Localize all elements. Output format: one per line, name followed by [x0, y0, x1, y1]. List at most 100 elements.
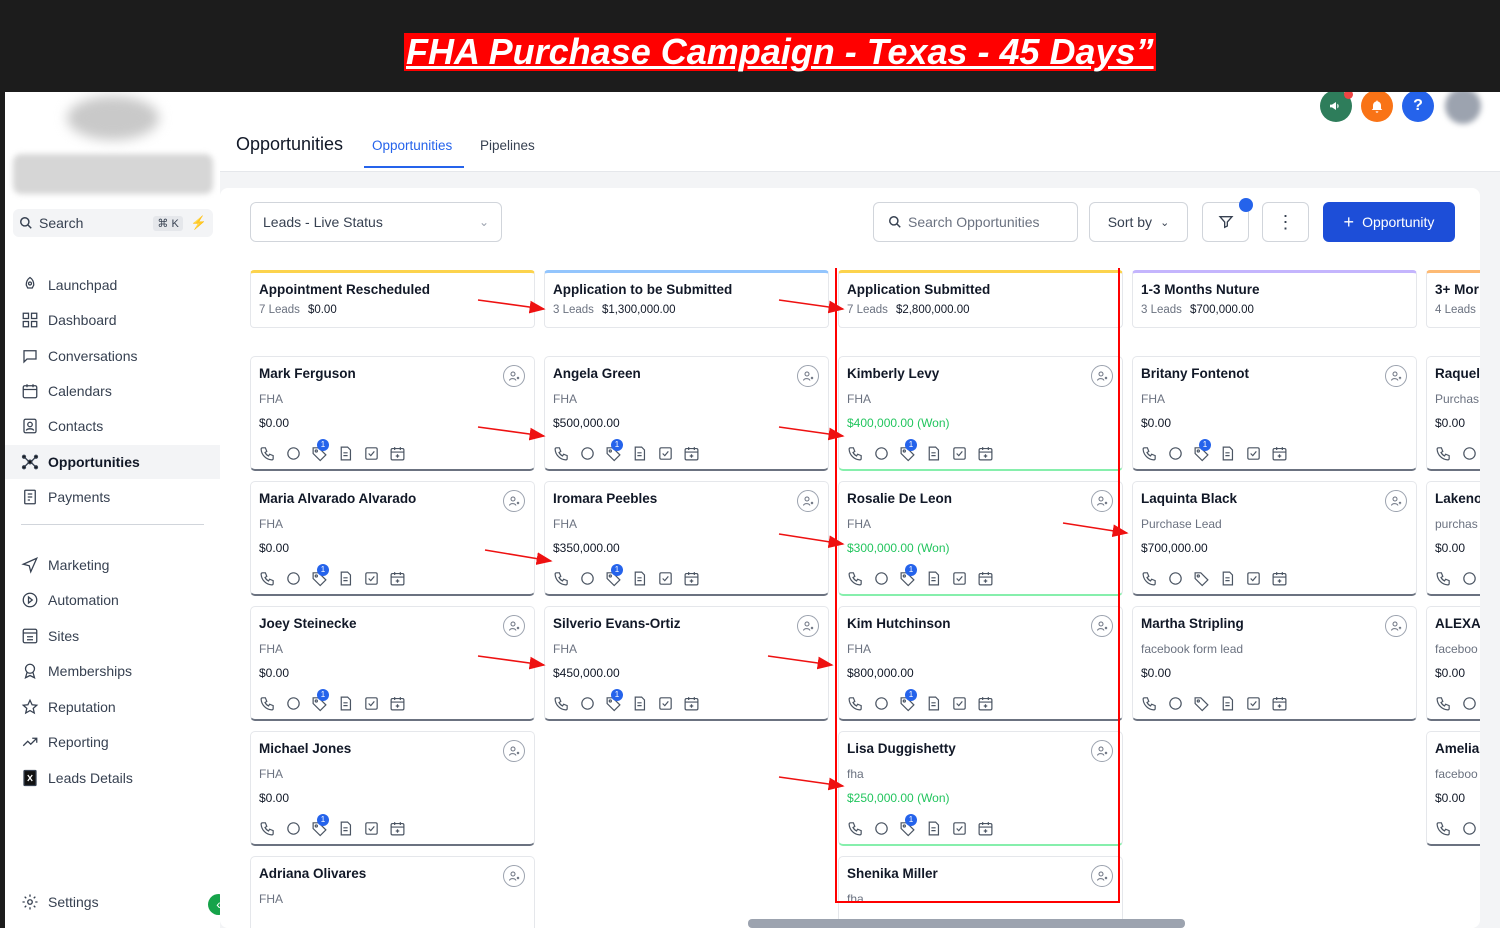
phone-icon[interactable] — [553, 445, 570, 462]
assign-user-icon[interactable] — [797, 365, 819, 387]
opportunity-card[interactable]: Michael Jones FHA $0.00 1 — [250, 731, 535, 846]
appointment-icon[interactable] — [389, 570, 406, 587]
tab-pipelines[interactable]: Pipelines — [480, 138, 535, 153]
task-icon[interactable] — [1245, 570, 1262, 587]
contact-name[interactable]: Silverio Evans-Ortiz — [553, 616, 820, 631]
opportunity-card[interactable]: Lakeno purchas $0.00 — [1426, 481, 1480, 596]
phone-icon[interactable] — [1141, 695, 1158, 712]
assign-user-icon[interactable] — [1385, 490, 1407, 512]
contact-name[interactable]: Amelia — [1435, 741, 1480, 756]
message-icon[interactable] — [1461, 445, 1478, 462]
opportunity-card[interactable]: ALEXA faceboo $0.00 — [1426, 606, 1480, 721]
sidebar-item-settings[interactable]: Settings — [5, 885, 220, 919]
sidebar-item-calendars[interactable]: Calendars — [5, 374, 220, 408]
opportunity-card[interactable]: Angela Green FHA $500,000.00 1 — [544, 356, 829, 471]
opportunity-card[interactable]: Silverio Evans-Ortiz FHA $450,000.00 1 — [544, 606, 829, 721]
appointment-icon[interactable] — [683, 570, 700, 587]
tag-icon[interactable] — [1193, 570, 1210, 587]
contact-name[interactable]: Britany Fontenot — [1141, 366, 1408, 381]
sidebar-item-payments[interactable]: Payments — [5, 480, 220, 514]
contact-name[interactable]: Adriana Olivares — [259, 866, 526, 881]
sidebar-item-sites[interactable]: Sites — [5, 619, 220, 653]
contact-name[interactable]: Iromara Peebles — [553, 491, 820, 506]
task-icon[interactable] — [363, 820, 380, 837]
contact-name[interactable]: Martha Stripling — [1141, 616, 1408, 631]
phone-icon[interactable] — [1141, 445, 1158, 462]
horizontal-scrollbar[interactable] — [748, 919, 1185, 928]
sidebar-item-leads-details[interactable]: Leads Details — [5, 761, 220, 795]
opportunity-card[interactable]: Britany Fontenot FHA $0.00 1 — [1132, 356, 1417, 471]
message-icon[interactable] — [1167, 570, 1184, 587]
tag-icon[interactable]: 1 — [311, 564, 329, 587]
opportunity-card[interactable]: Joey Steinecke FHA $0.00 1 — [250, 606, 535, 721]
appointment-icon[interactable] — [1271, 695, 1288, 712]
phone-icon[interactable] — [1141, 570, 1158, 587]
sidebar-item-conversations[interactable]: Conversations — [5, 339, 220, 373]
tag-icon[interactable]: 1 — [1193, 439, 1211, 462]
blurred-location-switcher[interactable] — [13, 154, 213, 194]
note-icon[interactable] — [337, 820, 354, 837]
task-icon[interactable] — [657, 695, 674, 712]
help-icon[interactable]: ? — [1402, 92, 1434, 122]
message-icon[interactable] — [1461, 695, 1478, 712]
pipeline-select[interactable]: Leads - Live Status ⌄ — [250, 202, 502, 242]
opportunity-card[interactable]: Raquel Purchas $0.00 — [1426, 356, 1480, 471]
bolt-icon[interactable]: ⚡ — [191, 215, 207, 231]
opportunity-card[interactable]: Adriana Olivares FHA — [250, 856, 535, 928]
message-icon[interactable] — [1167, 445, 1184, 462]
note-icon[interactable] — [631, 445, 648, 462]
note-icon[interactable] — [337, 570, 354, 587]
note-icon[interactable] — [1219, 445, 1236, 462]
contact-name[interactable]: Michael Jones — [259, 741, 526, 756]
message-icon[interactable] — [285, 695, 302, 712]
phone-icon[interactable] — [259, 445, 276, 462]
message-icon[interactable] — [285, 445, 302, 462]
phone-icon[interactable] — [553, 695, 570, 712]
contact-name[interactable]: Joey Steinecke — [259, 616, 526, 631]
message-icon[interactable] — [1461, 570, 1478, 587]
task-icon[interactable] — [1245, 445, 1262, 462]
more-options-button[interactable]: ⋮ — [1262, 202, 1309, 242]
contact-name[interactable]: Mark Ferguson — [259, 366, 526, 381]
message-icon[interactable] — [579, 445, 596, 462]
appointment-icon[interactable] — [389, 445, 406, 462]
avatar[interactable] — [1445, 92, 1481, 124]
tag-icon[interactable]: 1 — [311, 814, 329, 837]
note-icon[interactable] — [1219, 695, 1236, 712]
message-icon[interactable] — [285, 820, 302, 837]
appointment-icon[interactable] — [683, 695, 700, 712]
sidebar-search[interactable]: Search ⌘ K ⚡ — [13, 209, 213, 237]
assign-user-icon[interactable] — [797, 615, 819, 637]
appointment-icon[interactable] — [1271, 570, 1288, 587]
phone-icon[interactable] — [1435, 570, 1452, 587]
task-icon[interactable] — [363, 695, 380, 712]
contact-name[interactable]: Angela Green — [553, 366, 820, 381]
opportunity-search-input[interactable]: Search Opportunities — [873, 202, 1078, 242]
sidebar-item-marketing[interactable]: Marketing — [5, 548, 220, 582]
appointment-icon[interactable] — [389, 820, 406, 837]
assign-user-icon[interactable] — [797, 490, 819, 512]
note-icon[interactable] — [337, 445, 354, 462]
contact-name[interactable]: Raquel — [1435, 366, 1480, 381]
sidebar-item-dashboard[interactable]: Dashboard — [5, 303, 220, 337]
assign-user-icon[interactable] — [503, 365, 525, 387]
task-icon[interactable] — [1245, 695, 1262, 712]
tag-icon[interactable]: 1 — [311, 439, 329, 462]
phone-icon[interactable] — [1435, 695, 1452, 712]
sidebar-item-automation[interactable]: Automation — [5, 583, 220, 617]
add-opportunity-button[interactable]: + Opportunity — [1323, 202, 1455, 242]
opportunity-card[interactable]: Amelia faceboo $0.00 — [1426, 731, 1480, 846]
task-icon[interactable] — [363, 445, 380, 462]
pipeline-board[interactable]: Appointment Rescheduled 7 Leads $0.00 Mark … — [220, 268, 1480, 928]
phone-icon[interactable] — [259, 695, 276, 712]
assign-user-icon[interactable] — [1385, 615, 1407, 637]
phone-icon[interactable] — [1435, 445, 1452, 462]
note-icon[interactable] — [631, 570, 648, 587]
note-icon[interactable] — [631, 695, 648, 712]
task-icon[interactable] — [657, 570, 674, 587]
contact-name[interactable]: ALEXA — [1435, 616, 1480, 631]
sidebar-item-reputation[interactable]: Reputation — [5, 690, 220, 724]
tab-opportunities[interactable]: Opportunities — [372, 138, 452, 153]
message-icon[interactable] — [579, 570, 596, 587]
sidebar-item-contacts[interactable]: Contacts — [5, 409, 220, 443]
